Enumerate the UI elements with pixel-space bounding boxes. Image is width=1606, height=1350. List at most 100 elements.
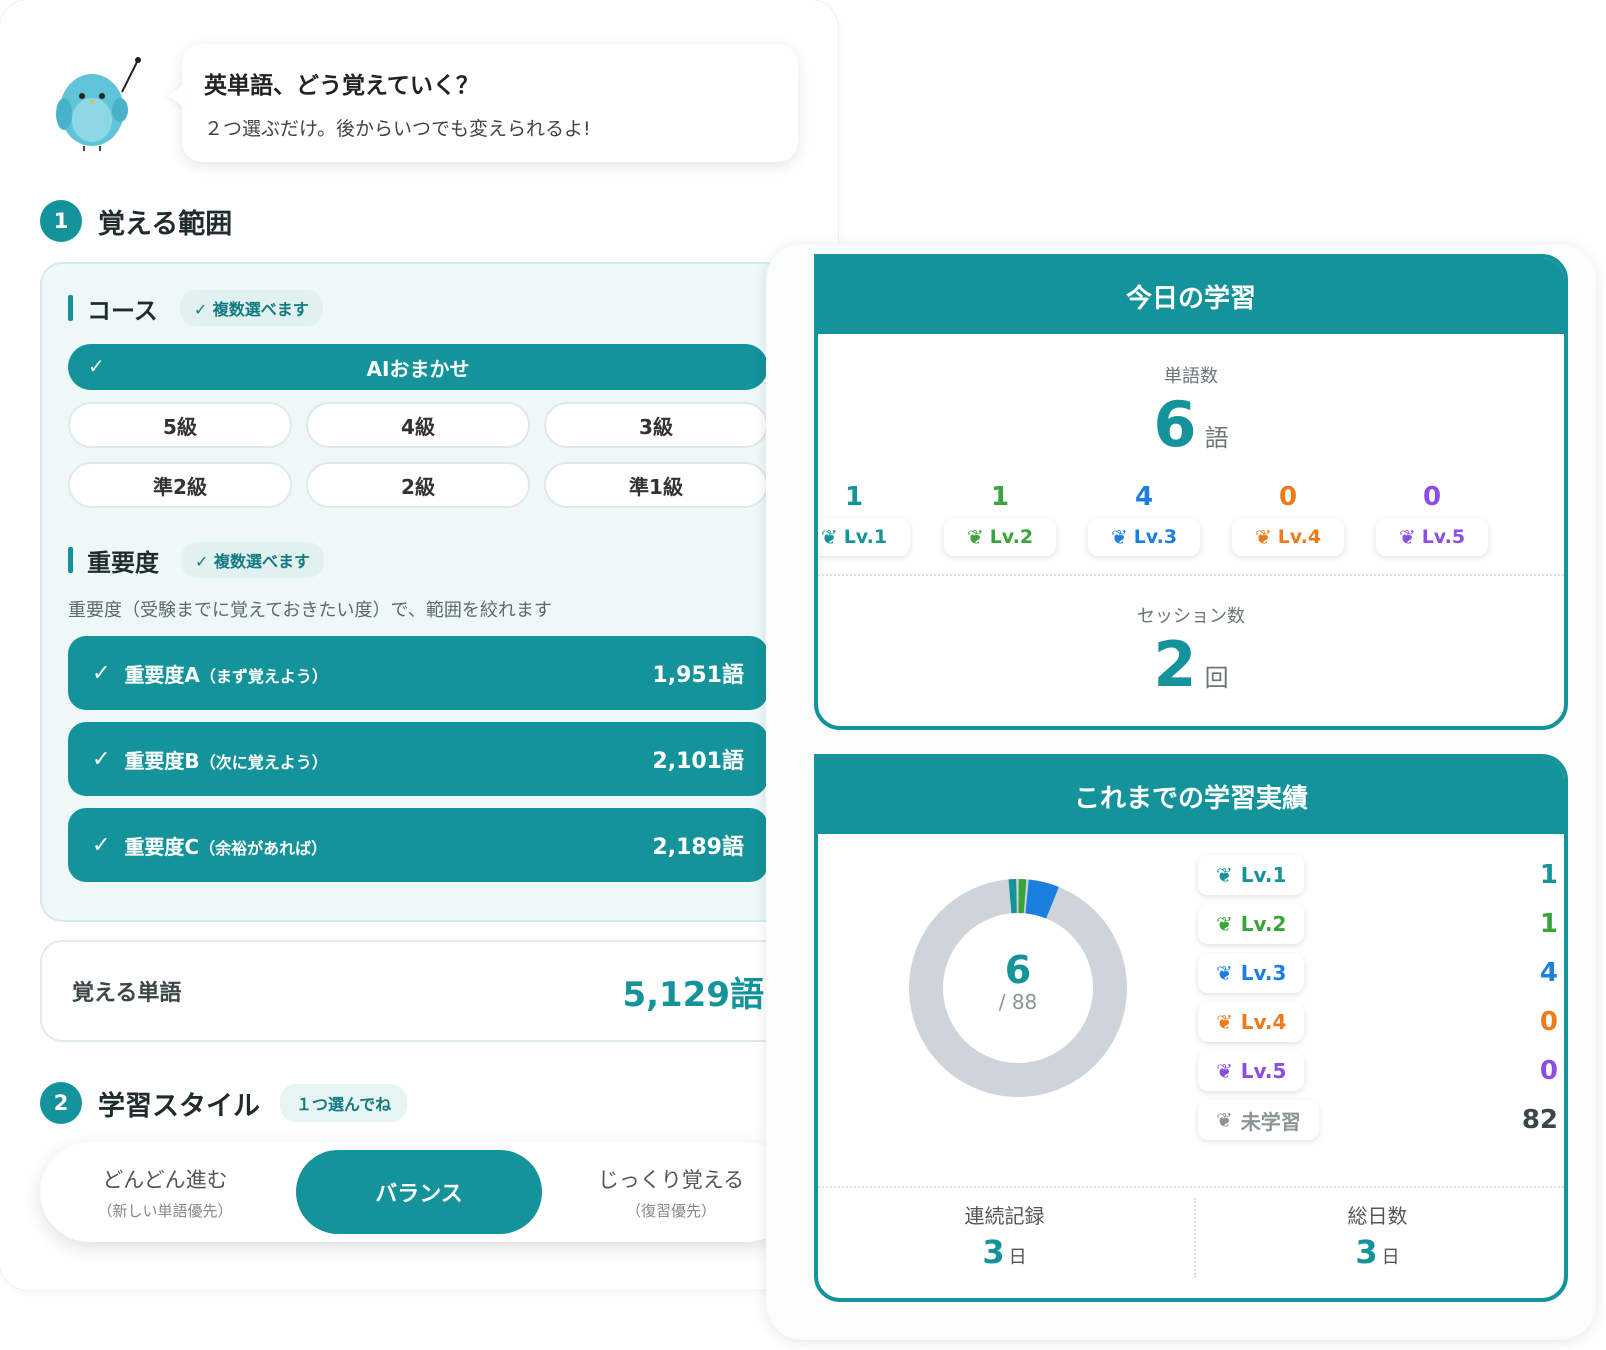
grade-4-button[interactable]: 4級: [306, 402, 530, 448]
streak-unit: 日: [1008, 1247, 1027, 1268]
total-count: / 88: [998, 990, 1038, 1014]
importance-count: 1,951語: [652, 663, 744, 688]
level-badge: ❦ Lv.3: [1088, 518, 1200, 556]
level-count: 0: [1422, 482, 1442, 512]
streak-stat: 連続記録 3日: [818, 1200, 1191, 1271]
importance-name: 重要度B（次に覚えよう）: [124, 748, 328, 773]
ai-course-button[interactable]: ✓ AIおまかせ: [68, 344, 768, 390]
importance-description: 重要度（受験までに覚えておきたい度）で、範囲を絞れます: [68, 600, 552, 621]
history-title: これまでの学習実績: [818, 758, 1564, 834]
level-count: 1: [844, 482, 864, 512]
words-unit: 語: [1204, 424, 1229, 452]
legend-level-2: ❦ Lv.2 1: [1198, 903, 1558, 945]
leaf-icon: ❦: [1110, 525, 1128, 549]
today-title: 今日の学習: [818, 258, 1564, 334]
style-option-sub: （新しい単語優先）: [97, 1201, 233, 1220]
grade-3-button[interactable]: 3級: [544, 402, 768, 448]
sessions-value: 2: [1153, 628, 1197, 701]
check-icon: ✓: [92, 746, 111, 772]
divider: [818, 1186, 1564, 1188]
today-level-3: 4 ❦ Lv.3: [1088, 482, 1200, 556]
sessions-count: 2回: [818, 628, 1564, 701]
importance-c-button[interactable]: ✓ 重要度C（余裕があれば） 2,189語: [68, 808, 768, 882]
level-count: 0: [1278, 482, 1298, 512]
bubble-title: 英単語、どう覚えていく？: [204, 73, 479, 99]
style-option-label: じっくり覚える: [597, 1167, 745, 1192]
today-level-1: 1 ❦ Lv.1: [818, 482, 910, 556]
legend-level-1: ❦ Lv.1 1: [1198, 854, 1558, 896]
level-badge: ❦ 未学習: [1198, 1100, 1319, 1140]
grade-pre2-button[interactable]: 準2級: [68, 462, 292, 508]
total-days-label: 総日数: [1347, 1204, 1408, 1228]
level-badge: ❦ Lv.1: [818, 518, 910, 556]
today-level-4: 0 ❦ Lv.4: [1232, 482, 1344, 556]
level-badge: ❦ Lv.2: [1198, 904, 1305, 944]
importance-heading: 重要度 ✓ 複数選べます: [68, 542, 324, 578]
legend-level-5: ❦ Lv.5 0: [1198, 1050, 1558, 1092]
check-icon: ✓: [92, 832, 111, 858]
leaf-icon: ❦: [1216, 863, 1233, 887]
leaf-icon: ❦: [820, 525, 838, 549]
multi-select-badge: ✓ 複数選べます: [179, 290, 323, 326]
style-balance-option[interactable]: バランス: [296, 1150, 542, 1234]
total-words-value: 5,129語: [622, 974, 764, 1015]
today-level-5: 0 ❦ Lv.5: [1376, 482, 1488, 556]
ai-course-label: AIおまかせ: [366, 356, 470, 381]
importance-name: 重要度C（余裕があれば）: [124, 834, 328, 859]
step-number: 1: [40, 200, 82, 242]
step-title: 学習スタイル: [98, 1090, 260, 1122]
level-badge: ❦ Lv.4: [1232, 518, 1344, 556]
words-value: 6: [1153, 388, 1197, 461]
learning-style-selector: どんどん進む （新しい単語優先） バランス じっくり覚える （復習優先）: [40, 1142, 796, 1242]
total-words-box: 覚える単語 5,129語: [40, 940, 796, 1042]
course-heading: コース ✓ 複数選べます: [68, 290, 323, 326]
streak-label: 連続記録: [964, 1204, 1045, 1228]
speech-bubble: 英単語、どう覚えていく？ ２つ選ぶだけ。後からいつでも変えられるよ!: [182, 44, 798, 162]
style-slow-option[interactable]: じっくり覚える （復習優先）: [546, 1142, 796, 1242]
importance-count: 2,189語: [652, 835, 744, 860]
level-count: 4: [1134, 482, 1154, 512]
level-badge: ❦ Lv.1: [1198, 855, 1305, 895]
today-level-row: 1 ❦ Lv.1 1 ❦ Lv.2 4 ❦ Lv.3 0 ❦ Lv.4 0 ❦ Lv.5: [818, 482, 1564, 562]
step-number: 2: [40, 1082, 82, 1124]
importance-a-button[interactable]: ✓ 重要度A（まず覚えよう） 1,951語: [68, 636, 768, 710]
legend-value: 82: [1521, 1105, 1558, 1135]
course-label: コース: [87, 296, 158, 325]
importance-count: 2,101語: [652, 749, 744, 774]
legend-value: 0: [1539, 1007, 1558, 1037]
words-label: 単語数: [1164, 366, 1218, 387]
stats-panel: 今日の学習 単語数 6語 1 ❦ Lv.1 1 ❦ Lv.2 4 ❦ Lv.3 0 ❦…: [766, 244, 1596, 1340]
grade-5-button[interactable]: 5級: [68, 402, 292, 448]
today-card: 今日の学習 単語数 6語 1 ❦ Lv.1 1 ❦ Lv.2 4 ❦ Lv.3 0 ❦…: [814, 254, 1568, 730]
grade-2-button[interactable]: 2級: [306, 462, 530, 508]
choose-one-badge: １つ選んでね: [280, 1084, 408, 1122]
total-days-stat: 総日数 3日: [1191, 1200, 1564, 1271]
leaf-icon: ❦: [1216, 1108, 1233, 1132]
level-badge: ❦ Lv.2: [944, 518, 1056, 556]
words-count: 6語: [818, 388, 1564, 461]
leaf-icon: ❦: [1216, 1059, 1233, 1083]
level-count: 1: [990, 482, 1010, 512]
legend-value: 1: [1539, 909, 1558, 939]
level-badge: ❦ Lv.3: [1198, 953, 1305, 993]
step-1-header: 1 覚える範囲: [40, 200, 232, 242]
leaf-icon: ❦: [1216, 961, 1233, 985]
style-option-label: どんどん進む: [102, 1167, 228, 1192]
importance-b-button[interactable]: ✓ 重要度B（次に覚えよう） 2,101語: [68, 722, 768, 796]
bubble-subtitle: ２つ選ぶだけ。後からいつでも変えられるよ!: [204, 118, 591, 140]
total-words-label: 覚える単語: [72, 981, 182, 1006]
leaf-icon: ❦: [966, 525, 984, 549]
grade-pre1-button[interactable]: 準1級: [544, 462, 768, 508]
total-days-value: 3: [1355, 1233, 1378, 1271]
learned-count: 6: [1004, 948, 1032, 992]
step-2-header: 2 学習スタイル １つ選んでね: [40, 1082, 408, 1124]
level-badge: ❦ Lv.5: [1198, 1051, 1305, 1091]
heading-bar: [68, 295, 73, 321]
legend-level-4: ❦ Lv.4 0: [1198, 1001, 1558, 1043]
style-fast-option[interactable]: どんどん進む （新しい単語優先）: [40, 1142, 290, 1242]
importance-name: 重要度A（まず覚えよう）: [124, 662, 328, 687]
streak-value: 3: [982, 1233, 1005, 1271]
style-option-sub: （復習優先）: [625, 1201, 716, 1220]
setup-panel: 英単語、どう覚えていく？ ２つ選ぶだけ。後からいつでも変えられるよ! 1 覚える…: [0, 0, 838, 1290]
leaf-icon: ❦: [1216, 912, 1233, 936]
